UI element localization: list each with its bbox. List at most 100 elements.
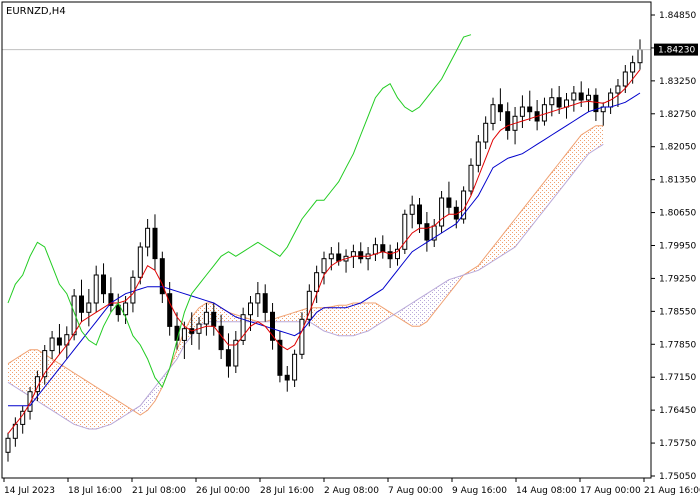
candle-body [475,141,481,166]
candle [145,219,151,257]
cloud-segment [353,303,361,336]
candle [299,312,305,359]
cloud-segment [515,209,523,247]
candle [240,307,246,345]
candle [409,195,415,229]
candle-body [145,227,151,248]
candle-body [292,353,298,381]
candle-body [541,104,547,122]
candle-body [564,99,569,108]
candle [167,282,173,336]
cloud-segment [96,387,104,429]
candle-body [637,49,643,64]
x-tick-label: 26 Jul 00:00 [196,486,250,496]
ichimoku-chart: 1.848501.840501.832501.827501.820501.813… [1,1,700,496]
candle-body [49,337,55,352]
candle-body [468,164,474,192]
candle-body [137,246,143,278]
candle-body [86,302,92,313]
candle [284,366,290,392]
x-tick-label: 14 Jul 2023 [4,486,55,496]
y-tick-label: 1.76450 [659,406,696,416]
candle-body [439,197,445,227]
candle-body [248,302,253,316]
candle [262,284,268,322]
candle-body [372,244,378,255]
candle-body [586,94,591,101]
candle [475,135,481,173]
candle [270,303,275,350]
current-price-label: 1.84230 [658,46,695,56]
candle [461,186,467,224]
x-tick-label: 17 Aug 00:00 [580,486,641,496]
candle-body [255,293,261,304]
candle-body [578,92,584,101]
chikou-span-line [7,34,472,388]
candle [395,242,400,266]
candle [56,324,62,355]
candle-body [519,106,525,117]
cloud-segment [544,172,552,210]
candle-body [615,85,621,94]
candle [159,251,165,303]
candle-body [350,251,356,257]
cloud-segment [74,373,82,427]
x-tick-label: 2 Aug 08:00 [324,486,379,496]
cloud-segment [529,191,538,229]
candle [564,93,569,119]
candle [365,247,371,271]
cloud-segment [125,405,133,415]
y-tick-label: 1.75050 [659,472,696,482]
candle-body [314,272,320,292]
candle-body [505,111,511,131]
candle [439,191,445,233]
y-tick-label: 1.77850 [659,340,696,350]
cloud-segment [52,359,60,415]
candle-body [490,104,496,124]
candle [225,333,231,378]
candle [541,97,547,126]
y-tick-label: 1.77150 [659,373,696,383]
candle-body [336,253,342,262]
candle [519,95,525,128]
candle [483,116,489,149]
candle-body [424,223,430,241]
candle [277,331,283,383]
cloud-segment [331,305,339,336]
candle [637,39,643,70]
cloud-segment [59,363,67,420]
candle [255,282,261,317]
candle-body [409,204,415,215]
cloud-segment [566,144,574,182]
candle [534,100,540,131]
candle-body [181,328,187,341]
x-tick-label: 21 Jul 08:00 [132,486,186,496]
candle [86,289,92,327]
cloud-segment [573,135,582,173]
candle [424,212,430,252]
candle [600,102,606,126]
candle-body [483,122,489,143]
y-tick-label: 1.83250 [659,77,696,87]
candle [93,265,99,313]
price-axis: 1.848501.840501.832501.827501.820501.813… [651,11,698,482]
candle [380,235,386,259]
cloud-segment [419,293,427,327]
candle [49,331,55,359]
candle [20,405,26,434]
y-tick-label: 1.79250 [659,274,696,284]
y-tick-label: 1.79950 [659,242,696,252]
candle [505,102,511,140]
candle [233,331,239,373]
cloud-segment [88,382,97,429]
candle [402,209,408,254]
candle [490,97,496,131]
time-axis: 14 Jul 2023 18 Jul 16:00 21 Jul 08:00 26 Ju… [3,478,700,496]
candle-body [101,274,106,295]
candle [108,277,114,313]
symbol-label: EURNZD,H4 [6,6,66,17]
cloud-segment [551,163,560,201]
cloud-segment [559,153,567,191]
x-tick-label: 14 Aug 08:00 [516,486,577,496]
cloud-segment [147,387,155,411]
